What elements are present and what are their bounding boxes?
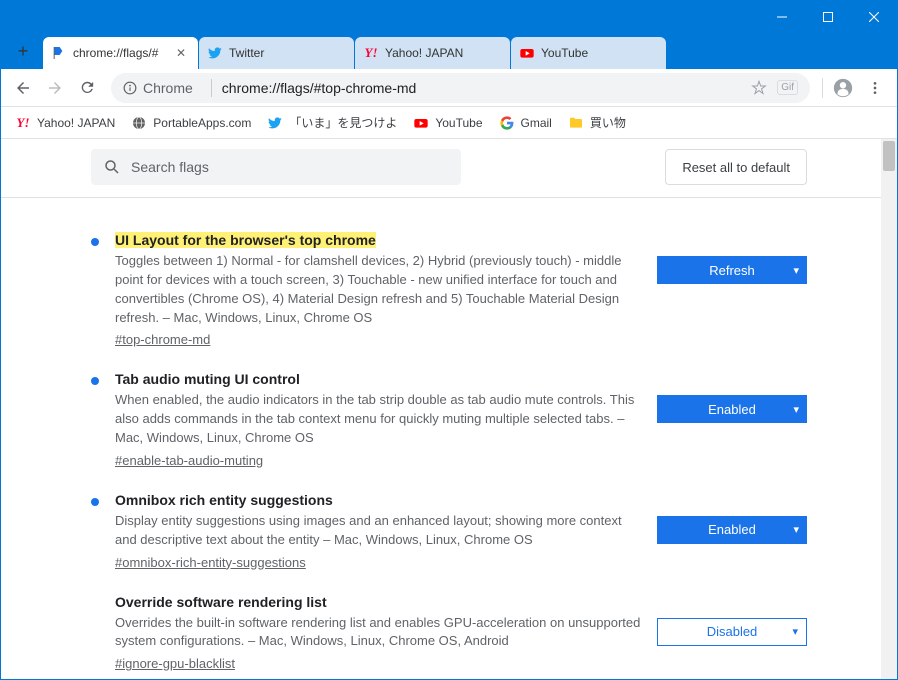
youtube-icon	[413, 115, 429, 131]
tab-2[interactable]: Y! Yahoo! JAPAN	[355, 37, 510, 69]
scrollbar-thumb[interactable]	[883, 141, 895, 171]
twitter-icon	[267, 115, 283, 131]
bookmark-4[interactable]: Gmail	[493, 111, 558, 135]
bookmarks-bar: Y! Yahoo! JAPAN PortableApps.com 「いま」を見つけよ Y…	[1, 107, 897, 139]
header-divider	[1, 197, 897, 198]
tab-title: Yahoo! JAPAN	[385, 46, 502, 60]
bookmark-label: 「いま」を見つけよ	[289, 114, 397, 131]
browser-toolbar: Chrome chrome://flags/#top-chrome-md Gif	[1, 69, 897, 107]
url-text: chrome://flags/#top-chrome-md	[222, 80, 417, 96]
new-tab-button[interactable]: +	[9, 37, 37, 65]
back-button[interactable]	[7, 72, 39, 104]
flag-item: Omnibox rich entity suggestions Display e…	[91, 470, 807, 572]
tab-1[interactable]: Twitter	[199, 37, 354, 69]
bookmark-1[interactable]: PortableApps.com	[125, 111, 257, 135]
flag-description: When enabled, the audio indicators in th…	[115, 391, 641, 448]
flag-select[interactable]: Refresh	[657, 256, 807, 284]
tab-strip: + chrome://flags/# ✕ Twitter Y! Yahoo! JAPAN…	[1, 33, 897, 69]
site-info-chip[interactable]: Chrome	[123, 80, 193, 96]
bookmark-label: Yahoo! JAPAN	[37, 116, 115, 130]
profile-button[interactable]	[827, 72, 859, 104]
bookmark-5[interactable]: 買い物	[562, 110, 632, 135]
reload-button[interactable]	[71, 72, 103, 104]
omnibox-separator	[211, 79, 212, 97]
flag-title: UI Layout for the browser's top chrome	[115, 232, 376, 248]
tab-0[interactable]: chrome://flags/# ✕	[43, 37, 198, 69]
twitter-icon	[207, 45, 223, 61]
modified-dot-icon	[91, 498, 99, 506]
flag-description: Display entity suggestions using images …	[115, 512, 641, 550]
modified-dot-icon	[91, 377, 99, 385]
window-maximize-button[interactable]	[805, 1, 851, 33]
flag-anchor-link[interactable]: #enable-tab-audio-muting	[115, 453, 263, 468]
flag-select[interactable]: Enabled	[657, 516, 807, 544]
flags-list: UI Layout for the browser's top chrome To…	[1, 210, 897, 679]
search-icon	[103, 158, 121, 176]
close-icon[interactable]: ✕	[176, 46, 190, 60]
tab-title: YouTube	[541, 46, 658, 60]
flag-title: Omnibox rich entity suggestions	[115, 492, 333, 508]
modified-dot-icon	[91, 238, 99, 246]
flag-item: UI Layout for the browser's top chrome To…	[91, 210, 807, 349]
flag-description: Overrides the built-in software renderin…	[115, 614, 641, 652]
tab-title: chrome://flags/#	[73, 46, 172, 60]
tab-3[interactable]: YouTube	[511, 37, 666, 69]
flag-item: Tab audio muting UI control When enabled,…	[91, 349, 807, 470]
menu-button[interactable]	[859, 72, 891, 104]
flag-description: Toggles between 1) Normal - for clamshel…	[115, 252, 641, 327]
flag-select[interactable]: Enabled	[657, 395, 807, 423]
bookmark-3[interactable]: YouTube	[407, 111, 488, 135]
globe-icon	[131, 115, 147, 131]
flag-title: Override software rendering list	[115, 594, 327, 610]
yahoo-icon: Y!	[15, 115, 31, 131]
flag-anchor-link[interactable]: #top-chrome-md	[115, 332, 210, 347]
search-flags-input[interactable]: Search flags	[91, 149, 461, 185]
scrollbar[interactable]	[881, 139, 897, 679]
yahoo-icon: Y!	[363, 45, 379, 61]
gif-badge[interactable]: Gif	[777, 80, 798, 95]
site-chip-label: Chrome	[143, 80, 193, 96]
window-minimize-button[interactable]	[759, 1, 805, 33]
bookmark-label: YouTube	[435, 116, 482, 130]
flag-title: Tab audio muting UI control	[115, 371, 300, 387]
bookmark-star-icon[interactable]	[751, 80, 767, 96]
window-close-button[interactable]	[851, 1, 897, 33]
bookmark-label: Gmail	[521, 116, 552, 130]
search-placeholder: Search flags	[131, 159, 209, 175]
tab-title: Twitter	[229, 46, 346, 60]
forward-button[interactable]	[39, 72, 71, 104]
bookmark-label: PortableApps.com	[153, 116, 251, 130]
address-bar[interactable]: Chrome chrome://flags/#top-chrome-md Gif	[111, 73, 810, 103]
reset-all-button[interactable]: Reset all to default	[665, 149, 807, 185]
flag-anchor-link[interactable]: #ignore-gpu-blacklist	[115, 656, 235, 671]
bookmark-0[interactable]: Y! Yahoo! JAPAN	[9, 111, 121, 135]
flag-anchor-link[interactable]: #omnibox-rich-entity-suggestions	[115, 555, 306, 570]
flag-item: Override software rendering list Override…	[91, 572, 807, 674]
toolbar-separator	[822, 78, 823, 98]
flag-select[interactable]: Disabled	[657, 618, 807, 646]
google-icon	[499, 115, 515, 131]
page-content: Search flags Reset all to default UI Lay…	[1, 139, 897, 679]
flag-icon	[51, 45, 67, 61]
window-title-bar	[1, 1, 897, 33]
bookmark-2[interactable]: 「いま」を見つけよ	[261, 110, 403, 135]
bookmark-label: 買い物	[590, 114, 626, 131]
folder-icon	[568, 115, 584, 131]
youtube-icon	[519, 45, 535, 61]
